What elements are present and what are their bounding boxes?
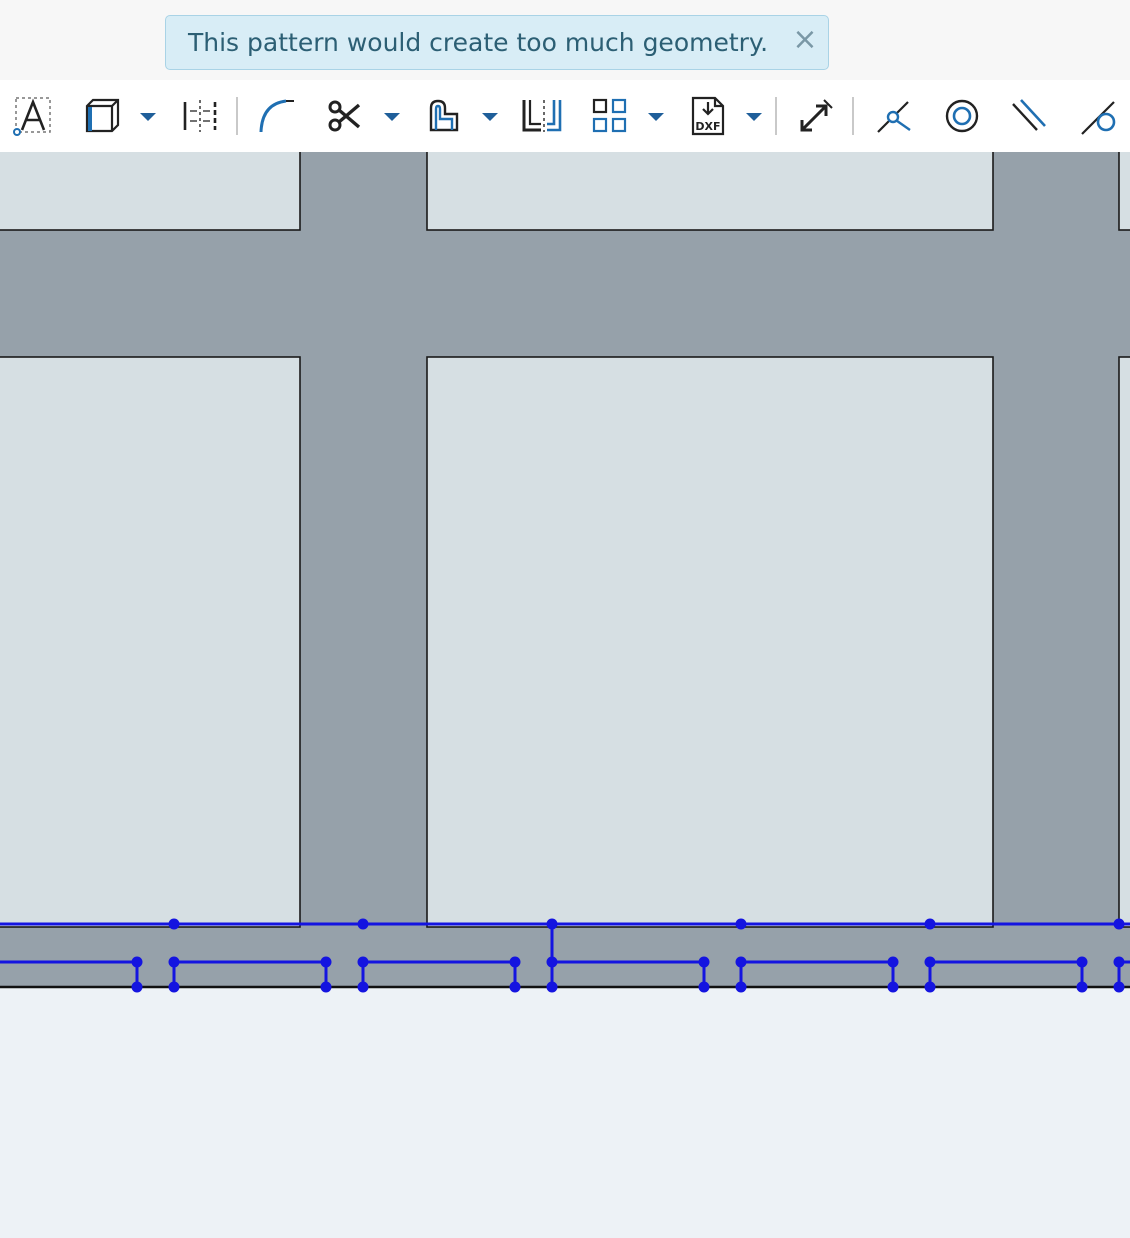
use-project-dropdown[interactable]	[138, 108, 158, 124]
offset-dropdown[interactable]	[480, 108, 500, 124]
sketch-vertex[interactable]	[1113, 981, 1125, 993]
dxf-import-button[interactable]: DXF	[686, 94, 730, 138]
sketch-vertex[interactable]	[131, 956, 143, 968]
sketch-vertex[interactable]	[546, 981, 558, 993]
offset-icon	[429, 99, 459, 132]
notification-message: This pattern would create too much geome…	[188, 28, 769, 57]
sketch-vertex[interactable]	[546, 918, 558, 930]
dxf-dropdown[interactable]	[744, 108, 764, 124]
sketch-vertex[interactable]	[1113, 956, 1125, 968]
use-project-icon	[85, 98, 120, 133]
sketch-vertex[interactable]	[924, 918, 936, 930]
sketch-vertex[interactable]	[131, 981, 143, 993]
cutout-rect[interactable]	[426, 152, 994, 231]
sketch-vertex[interactable]	[1113, 918, 1125, 930]
linear-pattern-button[interactable]	[588, 94, 632, 138]
cutout-rect[interactable]	[0, 152, 301, 231]
cutout-rect[interactable]	[1118, 152, 1130, 231]
toolbar-separator	[775, 97, 777, 135]
sketch-vertex[interactable]	[168, 981, 180, 993]
sketch-vertex[interactable]	[509, 956, 521, 968]
tangent-icon	[1081, 101, 1116, 135]
sketch-vertex[interactable]	[887, 956, 899, 968]
split-icon	[522, 100, 562, 132]
sketch-vertex[interactable]	[887, 981, 899, 993]
coincident-constraint-button[interactable]	[872, 94, 916, 138]
mirror-icon	[183, 100, 217, 132]
sketch-vertex[interactable]	[320, 956, 332, 968]
chevron-down-icon	[482, 113, 498, 121]
fillet-icon	[259, 99, 294, 133]
sketch-vertex[interactable]	[168, 918, 180, 930]
dxf-file-icon: DXF	[691, 96, 725, 136]
sketch-vertex[interactable]	[735, 981, 747, 993]
sketch-vertex[interactable]	[1076, 956, 1088, 968]
cutout-rect[interactable]	[1118, 356, 1130, 928]
sketch-vertex[interactable]	[1076, 981, 1088, 993]
svg-text:DXF: DXF	[695, 120, 720, 133]
close-icon[interactable]: ×	[790, 25, 820, 55]
pattern-dropdown[interactable]	[646, 108, 666, 124]
sketch-vertex[interactable]	[509, 981, 521, 993]
concentric-icon	[945, 99, 979, 133]
offset-button[interactable]	[421, 94, 465, 138]
cutout-rect[interactable]	[0, 356, 301, 928]
sketch-vertex[interactable]	[357, 956, 369, 968]
sketch-vertex[interactable]	[924, 956, 936, 968]
trim-dropdown[interactable]	[382, 108, 402, 124]
sketch-vertex[interactable]	[924, 981, 936, 993]
sketch-vertex[interactable]	[698, 956, 710, 968]
toolbar-separator	[852, 97, 854, 135]
trim-button[interactable]	[323, 94, 367, 138]
mirror-button[interactable]	[178, 94, 222, 138]
sketch-vertex[interactable]	[357, 981, 369, 993]
chevron-down-icon	[384, 113, 400, 121]
transform-button[interactable]	[794, 94, 838, 138]
sketch-toolbar: DXF	[0, 80, 1130, 152]
sketch-vertex[interactable]	[168, 956, 180, 968]
cutout-rect[interactable]	[426, 356, 994, 928]
sketch-canvas[interactable]	[0, 152, 1130, 1238]
use-project-button[interactable]	[80, 94, 124, 138]
scissors-icon	[328, 100, 361, 132]
sketch-vertex[interactable]	[735, 918, 747, 930]
sketch-vertex[interactable]	[320, 981, 332, 993]
grid-pattern-icon	[592, 98, 627, 133]
parallel-constraint-button[interactable]	[1007, 94, 1051, 138]
sketch-vertex[interactable]	[735, 956, 747, 968]
notification-toast: This pattern would create too much geome…	[165, 15, 829, 70]
concentric-constraint-button[interactable]	[940, 94, 984, 138]
fillet-button[interactable]	[254, 94, 298, 138]
chevron-down-icon	[648, 113, 664, 121]
top-bar: This pattern would create too much geome…	[0, 0, 1130, 80]
sketch-vertex[interactable]	[546, 956, 558, 968]
toolbar-separator	[236, 97, 238, 135]
sketch-viewport[interactable]	[0, 152, 1130, 1238]
parallel-icon	[1012, 99, 1046, 131]
sketch-vertex[interactable]	[698, 981, 710, 993]
text-icon	[13, 97, 51, 136]
tangent-constraint-button[interactable]	[1076, 94, 1120, 138]
coincident-icon	[877, 101, 911, 133]
chevron-down-icon	[140, 113, 156, 121]
split-button[interactable]	[520, 94, 564, 138]
transform-arrows-icon	[800, 99, 833, 132]
chevron-down-icon	[746, 113, 762, 121]
sketch-vertex[interactable]	[357, 918, 369, 930]
text-tool-button[interactable]	[11, 94, 55, 138]
